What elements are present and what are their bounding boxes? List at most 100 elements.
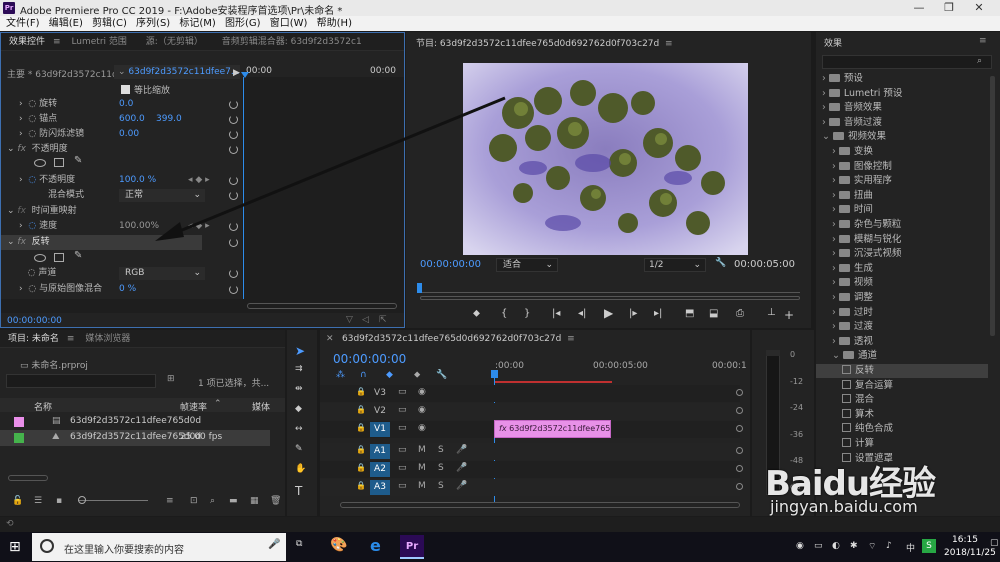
project-row-selected[interactable]: ⛰ 63d9f2d3572c11dfee765d0d 25.00 fps bbox=[0, 430, 270, 446]
toggle-output-icon[interactable]: ▭ bbox=[398, 423, 407, 433]
track-scroll-knob[interactable] bbox=[736, 465, 743, 472]
solo-icon[interactable]: S bbox=[438, 481, 444, 491]
chevron-right-icon[interactable]: › bbox=[832, 219, 839, 230]
effects-tree-item[interactable]: › 时间 bbox=[816, 203, 988, 217]
ripple-edit-tool-icon[interactable]: ⇹ bbox=[295, 384, 303, 394]
close-icon[interactable]: ✕ bbox=[326, 334, 334, 344]
effects-tree-item[interactable]: ⌄ 视频效果 bbox=[816, 130, 988, 144]
effects-tree-item[interactable]: › 过渡 bbox=[816, 320, 988, 334]
chevron-right-icon[interactable]: › bbox=[832, 248, 839, 259]
chevron-right-icon[interactable]: › bbox=[822, 102, 829, 113]
new-bin-icon[interactable]: ▬ bbox=[229, 496, 238, 506]
taskbar-search[interactable]: 在这里输入你要搜索的内容 🎤 bbox=[32, 533, 286, 561]
mute-icon[interactable]: M bbox=[418, 445, 426, 455]
effects-tree-item[interactable]: 复合运算 bbox=[816, 379, 988, 393]
new-item-icon[interactable]: ▦ bbox=[250, 496, 259, 506]
effects-tree-item[interactable]: › 扭曲 bbox=[816, 189, 988, 203]
chevron-right-icon[interactable]: › bbox=[832, 234, 839, 245]
timeline-timecode[interactable]: 00:00:00:00 bbox=[333, 352, 406, 366]
timeline-playhead-handle[interactable] bbox=[491, 370, 498, 378]
bluetooth-icon[interactable]: ✱ bbox=[850, 541, 858, 551]
chevron-down-icon[interactable]: ⌄ bbox=[832, 350, 843, 361]
audio-track[interactable]: 🔒 A1 ▭ M S 🎤 bbox=[320, 443, 743, 460]
effects-tree-item[interactable]: › 预设 bbox=[816, 72, 988, 86]
effects-tree-item[interactable]: › 变换 bbox=[816, 145, 988, 159]
clock-time[interactable]: 16:15 bbox=[952, 535, 978, 545]
effects-tree-item[interactable]: 混合 bbox=[816, 393, 988, 407]
chevron-down-icon[interactable]: ⌄ bbox=[822, 131, 833, 142]
app-tray-icon[interactable]: S bbox=[922, 539, 936, 553]
label-color-swatch[interactable] bbox=[14, 433, 24, 443]
chevron-right-icon[interactable]: › bbox=[832, 307, 839, 318]
chevron-right-icon[interactable]: › bbox=[832, 175, 839, 186]
linked-selection-icon[interactable]: ∩ bbox=[360, 370, 367, 380]
timeline-clip[interactable]: fx 63d9f2d3572c11dfee765d0d69 bbox=[494, 420, 611, 438]
panel-menu-icon[interactable]: ≡ bbox=[567, 334, 575, 344]
timeline-settings-icon[interactable]: 🔧 bbox=[436, 370, 447, 380]
solo-icon[interactable]: S bbox=[438, 445, 444, 455]
tab-project[interactable]: 项目: 未命名 bbox=[0, 330, 67, 348]
task-view-icon[interactable]: ⧉ bbox=[296, 539, 302, 549]
chevron-right-icon[interactable]: › bbox=[832, 321, 839, 332]
sync-lock-icon[interactable]: ▭ bbox=[398, 481, 407, 491]
new-bin-from-search-icon[interactable]: ⊞ bbox=[167, 374, 175, 384]
track-scroll-knob[interactable] bbox=[736, 483, 743, 490]
label-color-swatch[interactable] bbox=[14, 417, 24, 427]
audio-track[interactable]: 🔒 A3 ▭ M S 🎤 bbox=[320, 479, 743, 496]
trash-icon[interactable]: 🗑 bbox=[270, 496, 281, 506]
effects-tree-item[interactable]: › Lumetri 预设 bbox=[816, 87, 988, 101]
volume-icon[interactable]: ◐ bbox=[832, 541, 840, 551]
eye-icon[interactable]: ◉ bbox=[418, 423, 426, 433]
chevron-right-icon[interactable]: › bbox=[832, 146, 839, 157]
chevron-right-icon[interactable]: › bbox=[832, 190, 839, 201]
effects-search-input[interactable] bbox=[822, 55, 992, 69]
find-icon[interactable]: ⌕ bbox=[210, 496, 215, 506]
toggle-output-icon[interactable]: ▭ bbox=[398, 405, 407, 415]
work-area-bar[interactable] bbox=[494, 381, 612, 383]
project-search-input[interactable] bbox=[6, 374, 156, 388]
track-label[interactable]: A2 bbox=[370, 462, 390, 477]
track-scroll-knob[interactable] bbox=[736, 447, 743, 454]
microphone-icon[interactable]: 🎤 bbox=[268, 539, 280, 550]
effects-tree-item[interactable]: ⌄ 通道 bbox=[816, 349, 988, 363]
wifi-icon[interactable]: ⌔ bbox=[868, 541, 876, 552]
mute-icon[interactable]: M bbox=[418, 481, 426, 491]
effects-tree-item[interactable]: › 生成 bbox=[816, 262, 988, 276]
snap-icon[interactable]: ⁂ bbox=[336, 370, 345, 380]
lock-track-icon[interactable]: 🔒 bbox=[356, 405, 366, 414]
chevron-right-icon[interactable]: › bbox=[832, 161, 839, 172]
track-scroll-knob[interactable] bbox=[736, 425, 743, 432]
lock-track-icon[interactable]: 🔒 bbox=[356, 387, 366, 396]
lock-track-icon[interactable]: 🔒 bbox=[356, 445, 366, 454]
paint-app-icon[interactable]: 🎨 bbox=[330, 537, 347, 553]
premiere-taskbar-icon[interactable]: Pr bbox=[400, 535, 424, 559]
effects-tree-item[interactable]: › 图像控制 bbox=[816, 160, 988, 174]
sort-icons-icon[interactable]: ≡ bbox=[166, 496, 174, 506]
track-scroll-knob[interactable] bbox=[736, 389, 743, 396]
effects-tree-item[interactable]: › 调整 bbox=[816, 291, 988, 305]
clock-date[interactable]: 2018/11/25 bbox=[944, 548, 996, 558]
solo-icon[interactable]: S bbox=[438, 463, 444, 473]
track-label[interactable]: V3 bbox=[370, 386, 390, 401]
windows-start-icon[interactable]: ⊞ bbox=[9, 539, 21, 555]
effects-tree-item[interactable]: 纯色合成 bbox=[816, 422, 988, 436]
effects-tree-item[interactable]: › 模糊与锐化 bbox=[816, 233, 988, 247]
sync-lock-icon[interactable]: ▭ bbox=[398, 445, 407, 455]
col-name[interactable]: 名称 bbox=[34, 400, 52, 413]
effects-tree-item[interactable]: › 音频过渡 bbox=[816, 116, 988, 130]
slip-tool-icon[interactable]: ↔ bbox=[295, 424, 303, 434]
razor-tool-icon[interactable]: ◆ bbox=[295, 404, 302, 414]
effects-tree-item[interactable]: 反转 bbox=[816, 364, 988, 378]
video-track[interactable]: 🔒 V3 ▭ ◉ bbox=[320, 385, 743, 402]
zoom-slider-handle[interactable] bbox=[78, 496, 86, 504]
track-label[interactable]: V2 bbox=[370, 404, 390, 419]
chevron-right-icon[interactable]: › bbox=[832, 336, 839, 347]
video-track[interactable]: 🔒 V2 ▭ ◉ bbox=[320, 403, 743, 420]
panel-menu-icon[interactable]: ≡ bbox=[979, 36, 987, 46]
network-icon[interactable]: ▭ bbox=[814, 541, 823, 551]
automate-icon[interactable]: ⊡ bbox=[190, 496, 198, 506]
effects-scrollbar[interactable] bbox=[990, 76, 995, 336]
audio-track[interactable]: 🔒 A2 ▭ M S 🎤 bbox=[320, 461, 743, 478]
eye-icon[interactable]: ◉ bbox=[418, 387, 426, 397]
ime-language[interactable]: 中 bbox=[906, 541, 915, 554]
